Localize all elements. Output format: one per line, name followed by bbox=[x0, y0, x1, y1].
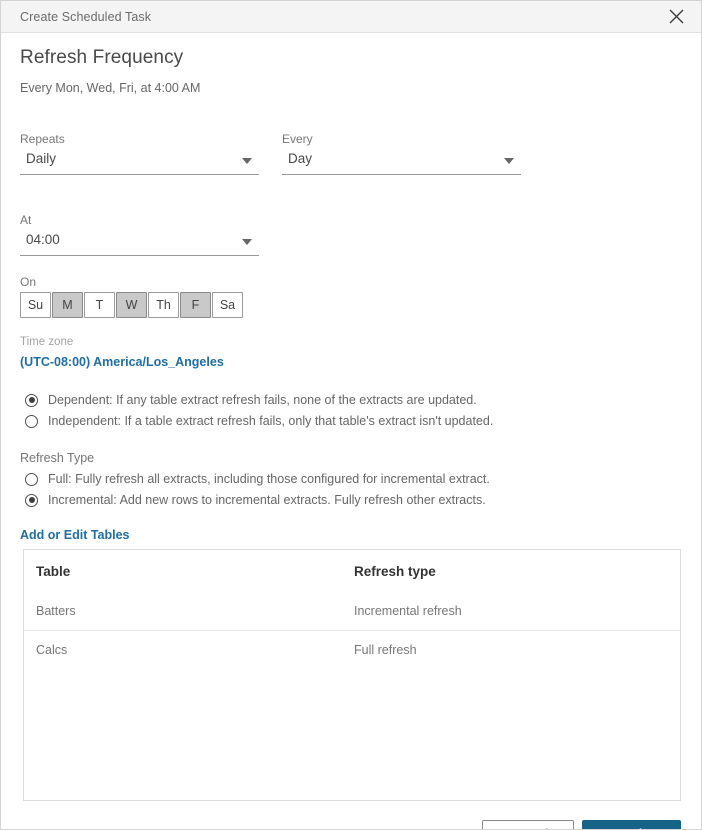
radio-icon bbox=[25, 472, 38, 486]
repeats-select[interactable]: Daily bbox=[20, 147, 259, 175]
page-title: Refresh Frequency bbox=[20, 47, 184, 68]
day-button-su[interactable]: Su bbox=[20, 292, 51, 318]
tables-grid: Table Refresh type Batters Incremental r… bbox=[23, 549, 681, 801]
day-label: Sa bbox=[219, 298, 236, 312]
refresh-type-option-label: Incremental: Add new rows to incremental… bbox=[48, 493, 486, 507]
repeats-label: Repeats bbox=[20, 132, 65, 146]
cell-table-name: Batters bbox=[36, 604, 76, 618]
column-header-refresh-type: Refresh type bbox=[354, 563, 436, 579]
chevron-down-icon bbox=[242, 239, 252, 245]
at-value: 04:00 bbox=[26, 232, 60, 247]
day-label: Th bbox=[156, 298, 171, 312]
refresh-type-option-full[interactable]: Full: Fully refresh all extracts, includ… bbox=[25, 472, 490, 486]
cancel-button[interactable]: Cancel bbox=[482, 820, 574, 829]
every-value: Day bbox=[288, 151, 313, 166]
cell-refresh-type: Full refresh bbox=[354, 642, 417, 657]
dependency-option-label: Independent: If a table extract refresh … bbox=[48, 414, 494, 428]
chevron-down-icon bbox=[242, 158, 252, 164]
day-label: T bbox=[95, 298, 104, 312]
refresh-type-option-incremental[interactable]: Incremental: Add new rows to incremental… bbox=[25, 493, 486, 507]
every-select[interactable]: Day bbox=[282, 147, 521, 175]
table-row[interactable]: Calcs Full refresh bbox=[24, 630, 680, 668]
column-header-table: Table bbox=[36, 563, 71, 579]
apply-button[interactable]: Apply bbox=[582, 820, 681, 829]
close-icon[interactable] bbox=[659, 1, 693, 32]
repeats-value: Daily bbox=[26, 151, 57, 166]
day-button-m[interactable]: M bbox=[52, 292, 83, 318]
chevron-down-icon bbox=[504, 158, 514, 164]
dialog-titlebar: Create Scheduled Task bbox=[1, 1, 701, 33]
day-label: M bbox=[62, 298, 73, 312]
dependency-option-label: Dependent: If any table extract refresh … bbox=[48, 393, 477, 407]
table-header-row: Table Refresh type bbox=[24, 550, 680, 592]
radio-icon bbox=[25, 414, 38, 428]
day-button-sa[interactable]: Sa bbox=[212, 292, 243, 318]
on-label: On bbox=[20, 275, 37, 289]
refresh-type-label: Refresh Type bbox=[20, 451, 95, 465]
every-label: Every bbox=[282, 132, 313, 146]
dependency-option-independent[interactable]: Independent: If a table extract refresh … bbox=[25, 414, 493, 428]
timezone-link[interactable]: (UTC-08:00) America/Los_Angeles bbox=[20, 355, 224, 369]
create-scheduled-task-dialog: Create Scheduled Task Refresh Frequency … bbox=[0, 0, 702, 830]
day-label: F bbox=[191, 298, 200, 312]
radio-icon bbox=[25, 393, 38, 407]
table-row[interactable]: Batters Incremental refresh bbox=[24, 592, 680, 630]
day-button-w[interactable]: W bbox=[116, 292, 147, 318]
cell-refresh-type: Incremental refresh bbox=[354, 604, 462, 618]
day-label: W bbox=[125, 298, 138, 312]
dialog-title: Create Scheduled Task bbox=[20, 9, 152, 24]
dependency-option-dependent[interactable]: Dependent: If any table extract refresh … bbox=[25, 393, 477, 407]
timezone-label: Time zone bbox=[20, 336, 74, 348]
day-button-t[interactable]: T bbox=[84, 292, 115, 318]
cell-table-name: Calcs bbox=[36, 642, 68, 657]
schedule-summary: Every Mon, Wed, Fri, at 4:00 AM bbox=[20, 81, 201, 95]
at-select[interactable]: 04:00 bbox=[20, 228, 259, 256]
day-of-week-selector: Su M T W Th F Sa bbox=[20, 292, 243, 318]
day-label: Su bbox=[27, 298, 44, 312]
add-or-edit-tables-link[interactable]: Add or Edit Tables bbox=[20, 528, 130, 542]
day-button-th[interactable]: Th bbox=[148, 292, 179, 318]
radio-icon bbox=[25, 493, 38, 507]
at-label: At bbox=[20, 213, 32, 227]
refresh-type-option-label: Full: Fully refresh all extracts, includ… bbox=[48, 472, 490, 486]
day-button-f[interactable]: F bbox=[180, 292, 211, 318]
